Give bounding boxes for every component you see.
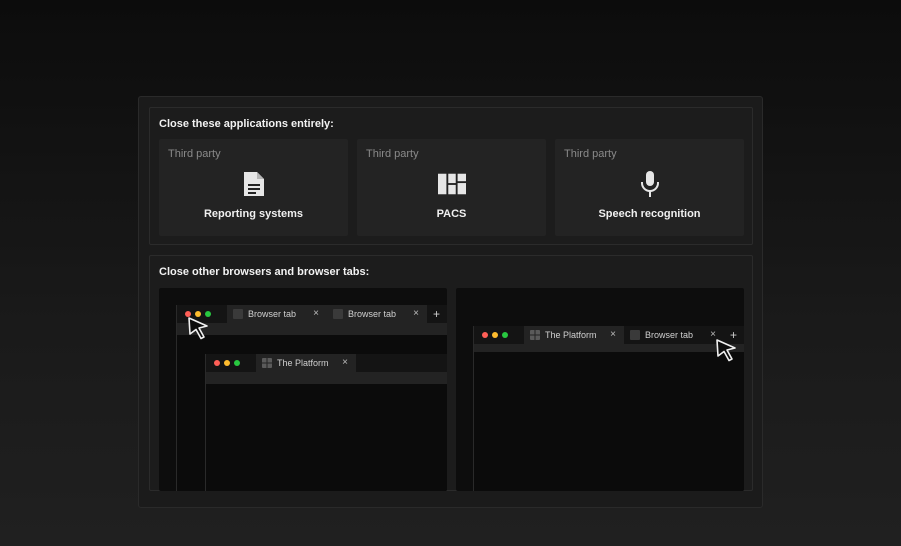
close-tab-icon[interactable]: × [413, 308, 419, 319]
platform-favicon-icon [262, 358, 272, 368]
browser-tab-platform[interactable]: The Platform × [524, 326, 624, 344]
app-card-pacs: Third party PACS [357, 139, 546, 236]
maximize-window-dot[interactable] [502, 332, 508, 338]
browser-window-front: The Platform × [205, 354, 447, 491]
tab-label: Browser tab [248, 309, 297, 319]
address-bar [206, 372, 447, 384]
maximize-window-dot[interactable] [234, 360, 240, 366]
mouse-pointer-icon [716, 339, 736, 362]
microphone-icon [636, 170, 664, 198]
tab-label: The Platform [277, 358, 329, 368]
browser-tab[interactable]: Browser tab × [227, 305, 327, 323]
app-category: Third party [366, 148, 419, 160]
browser-tab-platform[interactable]: The Platform × [256, 354, 356, 372]
address-bar [177, 323, 447, 335]
app-category: Third party [564, 148, 617, 160]
app-card-speech-recognition: Third party Speech recognition [555, 139, 744, 236]
close-browsers-section: Close other browsers and browser tabs: B… [149, 255, 753, 491]
tab-bar: The Platform × [206, 354, 447, 372]
document-icon [240, 170, 268, 198]
browser-tab[interactable]: Browser tab × [327, 305, 427, 323]
close-window-dot[interactable] [482, 332, 488, 338]
close-tab-icon[interactable]: × [313, 308, 319, 319]
app-card-reporting-systems: Third party Reporting systems [159, 139, 348, 236]
tab-favicon [630, 330, 640, 340]
app-category: Third party [168, 148, 221, 160]
new-tab-button[interactable]: + [433, 307, 440, 321]
browser-tab[interactable]: Browser tab × [624, 326, 724, 344]
platform-favicon-icon [530, 330, 540, 340]
app-label: Reporting systems [203, 208, 304, 220]
tab-label: Browser tab [348, 309, 397, 319]
tab-favicon [233, 309, 243, 319]
close-tab-icon[interactable]: × [610, 329, 616, 340]
close-tab-icon[interactable]: × [342, 357, 348, 368]
browser-scene-left: Browser tab × Browser tab × + The Platfo… [159, 288, 447, 491]
browser-scene-right: The Platform × Browser tab × + [456, 288, 744, 491]
instructions-panel: Close these applications entirely: Third… [138, 96, 763, 508]
section-title: Close other browsers and browser tabs: [159, 266, 370, 278]
window-controls [474, 332, 524, 338]
close-window-dot[interactable] [214, 360, 220, 366]
tab-bar: Browser tab × Browser tab × + [177, 305, 447, 323]
minimize-window-dot[interactable] [224, 360, 230, 366]
app-label: PACS [436, 208, 467, 220]
app-label: Speech recognition [598, 208, 701, 220]
address-bar [474, 344, 744, 352]
tab-bar: The Platform × Browser tab × + [474, 326, 744, 344]
section-title: Close these applications entirely: [159, 118, 334, 130]
minimize-window-dot[interactable] [492, 332, 498, 338]
window-controls [206, 360, 256, 366]
tab-label: The Platform [545, 330, 597, 340]
close-applications-section: Close these applications entirely: Third… [149, 107, 753, 245]
mouse-pointer-icon [188, 317, 208, 340]
browser-window: The Platform × Browser tab × + [473, 326, 744, 491]
tab-label: Browser tab [645, 330, 694, 340]
grid-layout-icon [437, 170, 466, 198]
tab-favicon [333, 309, 343, 319]
